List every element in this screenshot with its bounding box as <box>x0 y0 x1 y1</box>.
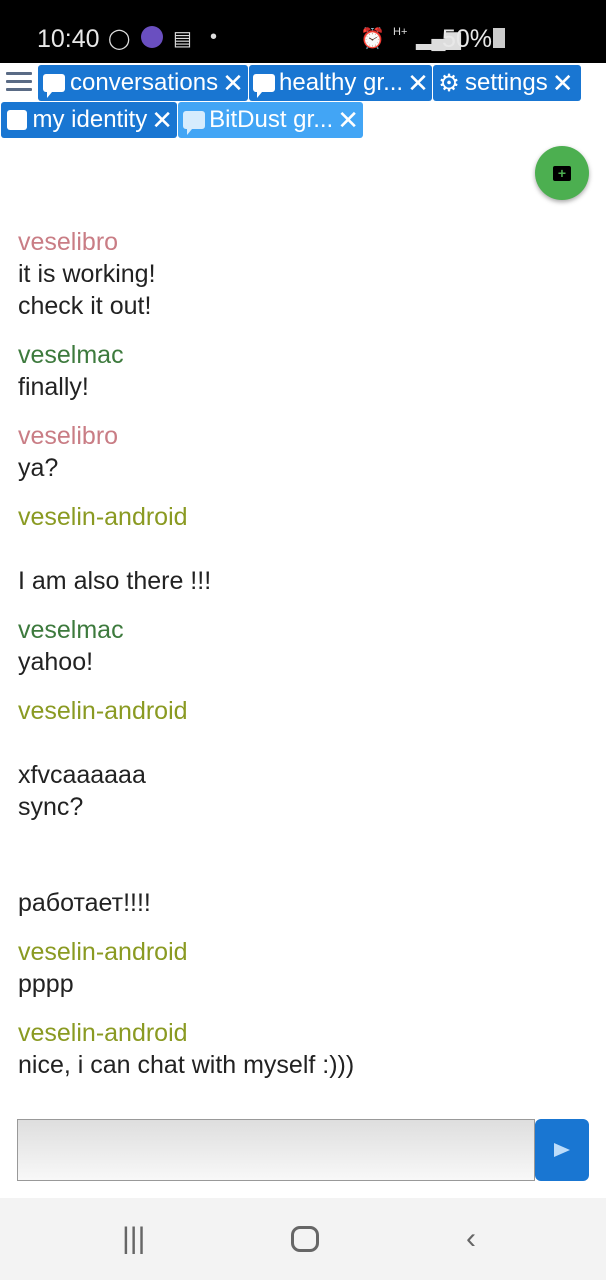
new-message-button[interactable]: + <box>535 146 589 200</box>
menu-button[interactable] <box>6 72 32 92</box>
tab-label: settings <box>465 69 548 96</box>
recent-apps-button[interactable]: ||| <box>122 1222 145 1256</box>
tab-my-identity[interactable]: my identity ✕ <box>1 102 177 138</box>
message-text: yahoo! <box>18 648 94 676</box>
send-icon <box>554 1143 570 1157</box>
message: veselin-android I am also there !!! <box>18 501 588 597</box>
message-sender: veselin-android <box>18 1019 188 1047</box>
message-text: sync? <box>18 793 84 821</box>
home-button[interactable] <box>291 1226 319 1252</box>
message-text: xfvcaaaaaa <box>18 761 146 789</box>
clock: 10:40 <box>37 25 100 53</box>
add-comment-icon: + <box>553 165 571 181</box>
message-text: it is working! <box>18 260 156 288</box>
tab-label: BitDust gr... <box>209 106 334 133</box>
battery-icon <box>493 28 505 48</box>
network-type: H+ <box>393 26 408 38</box>
tab-conversations[interactable]: conversations ✕ <box>38 65 248 101</box>
chat-bubble-icon <box>253 72 275 98</box>
tab-bitdust-group[interactable]: BitDust gr... ✕ <box>178 102 363 138</box>
close-icon[interactable]: ✕ <box>552 70 574 96</box>
gear-icon: ⚙ <box>438 69 460 97</box>
alarm-icon: ⏰ <box>360 28 385 50</box>
close-icon[interactable]: ✕ <box>222 70 244 96</box>
send-button[interactable] <box>535 1119 589 1181</box>
message-input[interactable] <box>17 1119 535 1181</box>
message: veselin-android nice, i can chat with mys… <box>18 1017 588 1081</box>
close-icon[interactable]: ✕ <box>337 107 359 133</box>
message-sender: veselibro <box>18 422 119 450</box>
message-text: finally! <box>18 373 89 401</box>
dot-icon: • <box>210 26 218 48</box>
android-nav-bar: ||| ‹ <box>0 1198 606 1280</box>
message-sender: veselin-android <box>18 697 188 725</box>
chat-bubble-icon <box>182 109 205 135</box>
message-text: check it out! <box>18 292 152 320</box>
close-icon[interactable]: ✕ <box>407 70 429 96</box>
message-sender: veselmac <box>18 341 124 369</box>
message-text <box>18 533 588 565</box>
message-sender: veselin-android <box>18 503 188 531</box>
tab-settings[interactable]: ⚙ settings ✕ <box>433 65 581 101</box>
tab-label: conversations <box>70 69 219 96</box>
tab-label: healthy gr... <box>279 69 404 96</box>
status-bar: 10:40 ◯ ▤ • ⏰ H+ ▂▄▆ 50% <box>0 0 606 63</box>
message-sender: veselibro <box>18 228 119 256</box>
message-text <box>18 855 588 887</box>
close-icon[interactable]: ✕ <box>151 107 173 133</box>
message: veselmac finally! <box>18 339 588 403</box>
message: veselmac yahoo! <box>18 614 588 678</box>
conversations-icon <box>42 72 66 98</box>
message: veselibro ya? <box>18 420 588 484</box>
message-text: ya? <box>18 454 59 482</box>
message-text <box>18 823 588 855</box>
battery-level: 50% <box>442 25 493 53</box>
back-button[interactable]: ‹ <box>466 1222 476 1256</box>
message-sender: veselin-android <box>18 938 188 966</box>
message: veselin-android xfvcaaaaaa sync? работает!!… <box>18 695 588 919</box>
message-text <box>18 727 588 759</box>
tab-label: my identity <box>32 106 148 133</box>
message-text: I am also there !!! <box>18 567 212 595</box>
message-text: pppp <box>18 970 74 998</box>
message: veselin-android pppp <box>18 936 588 1000</box>
whatsapp-icon: ◯ <box>108 28 131 50</box>
message: veselibro it is working! check it out! <box>18 226 588 322</box>
identity-icon <box>5 109 29 131</box>
message-text: nice, i can chat with myself :))) <box>18 1051 355 1079</box>
message-text: работает!!!! <box>18 889 151 917</box>
calendar-icon: ▤ <box>173 28 192 50</box>
tab-healthy-group[interactable]: healthy gr... ✕ <box>249 65 432 101</box>
message-list: veselibro it is working! check it out! vese… <box>18 226 588 1098</box>
app-icon <box>141 26 163 48</box>
message-sender: veselmac <box>18 616 124 644</box>
